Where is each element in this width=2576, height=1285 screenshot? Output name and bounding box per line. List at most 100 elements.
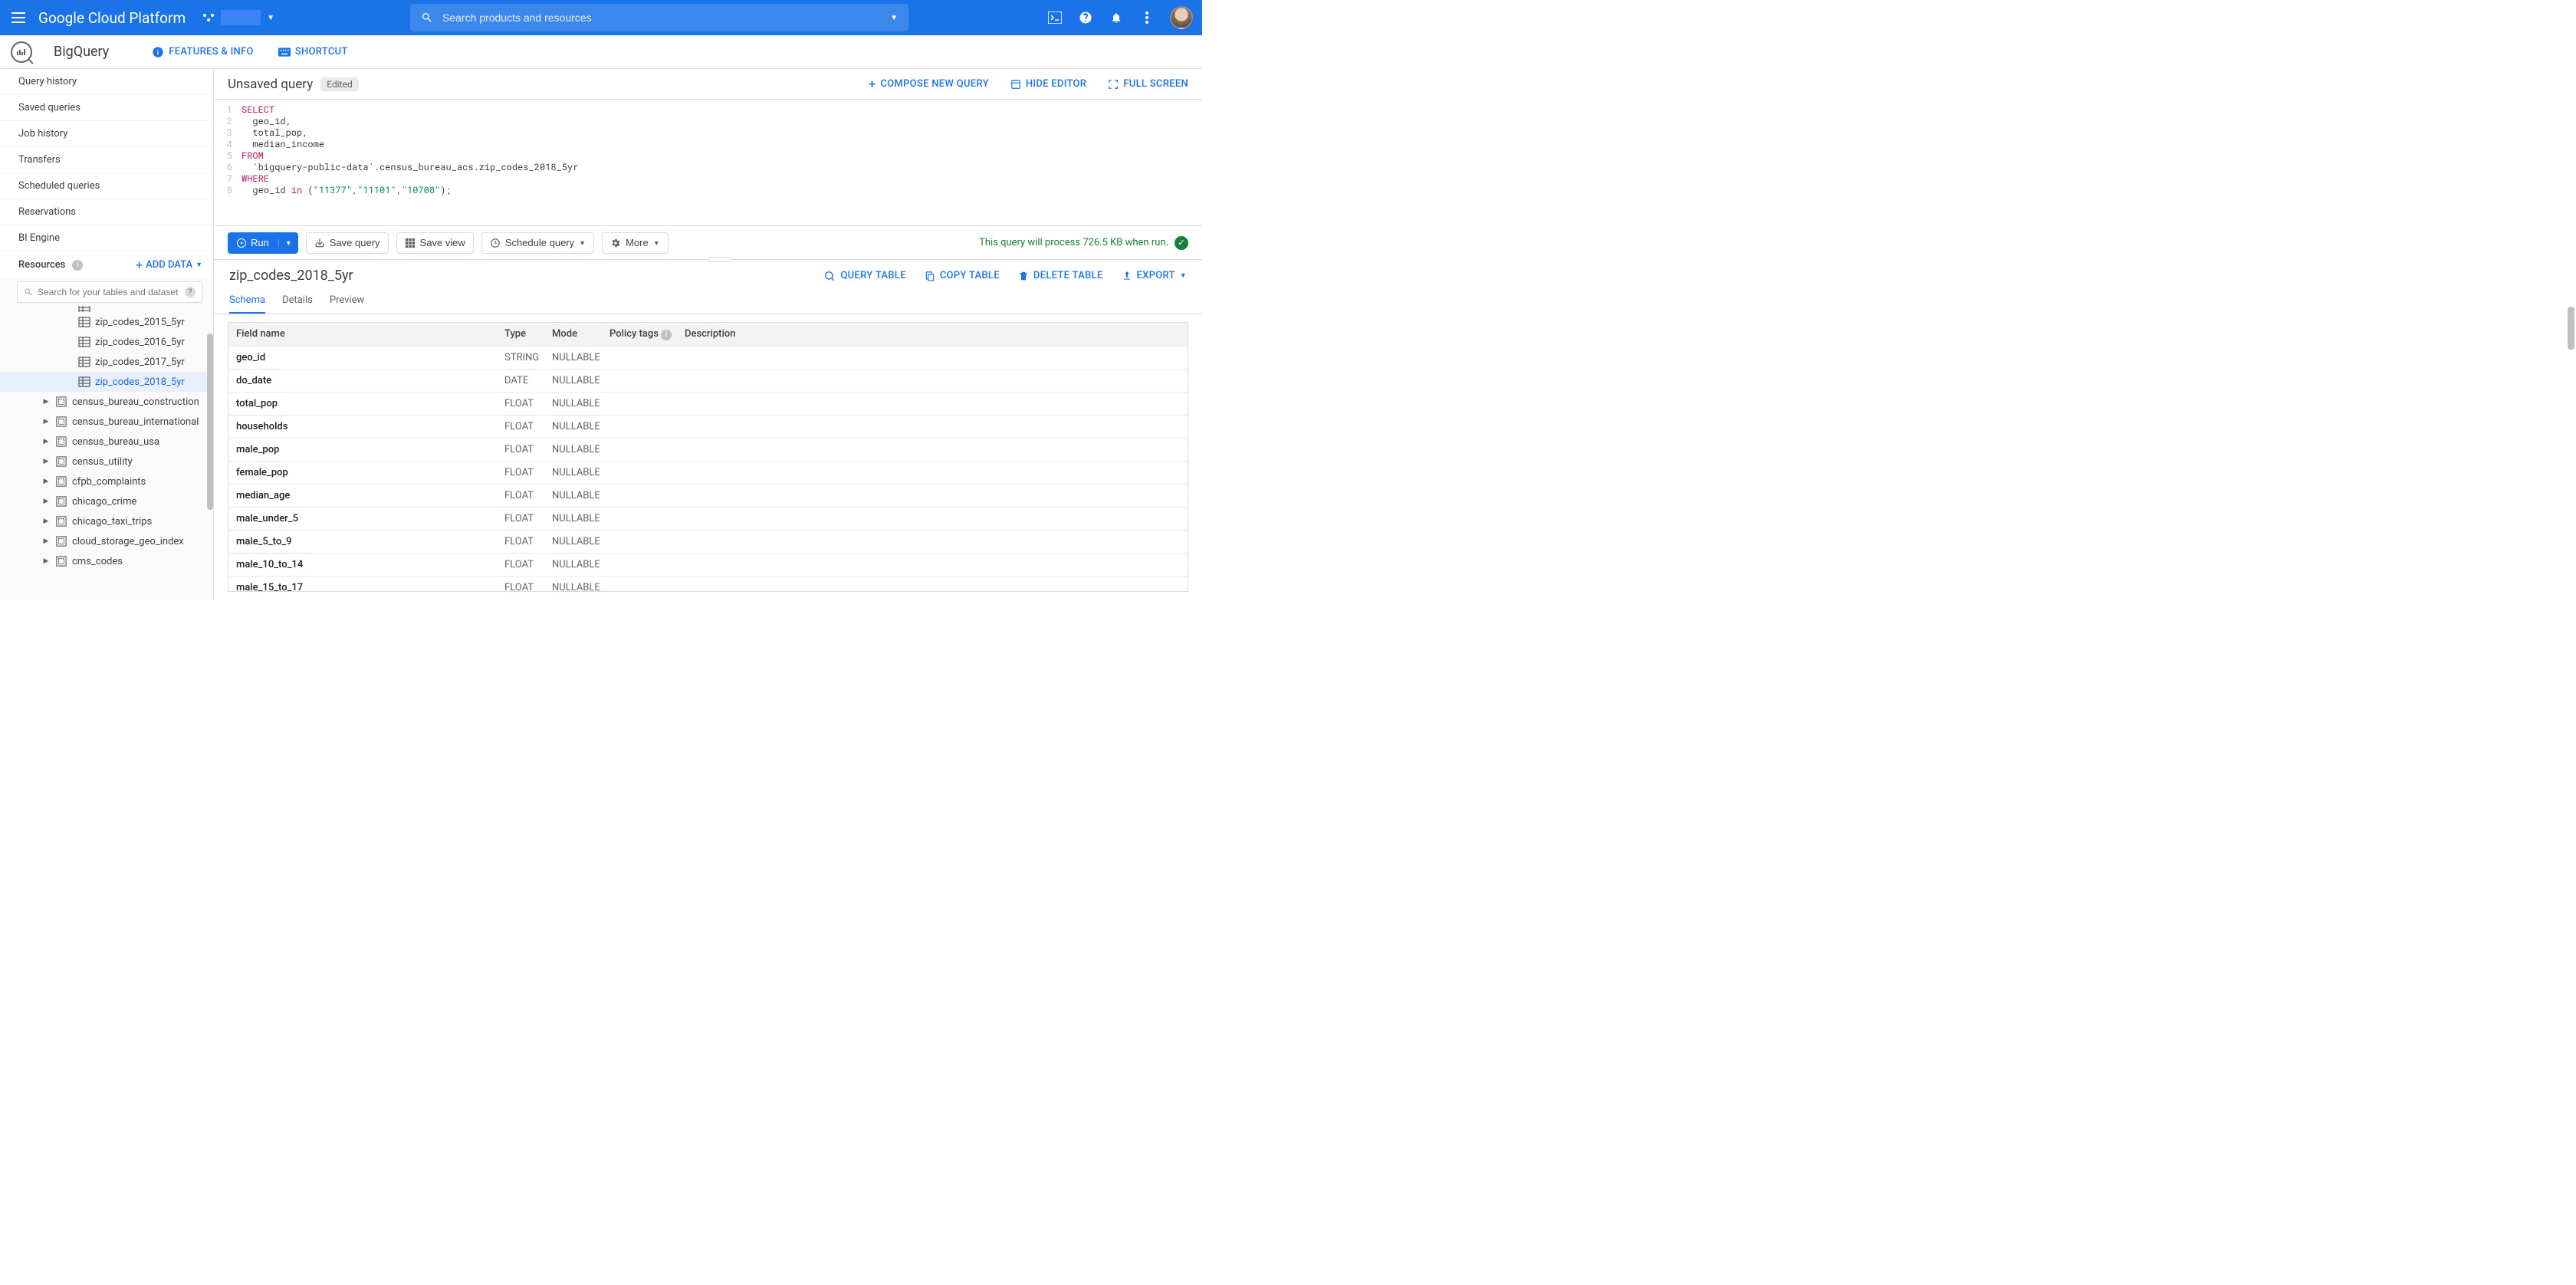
- schema-row[interactable]: male_5_to_9FLOATNULLABLE: [228, 531, 1188, 554]
- dataset-item[interactable]: ▶chicago_crime: [0, 491, 213, 511]
- nav-item[interactable]: Job history: [0, 121, 213, 147]
- add-data-button[interactable]: + ADD DATA ▼: [136, 258, 202, 272]
- gcp-logo[interactable]: Google Cloud Platform: [38, 9, 186, 27]
- dataset-label: chicago_taxi_trips: [72, 516, 152, 527]
- nav-item[interactable]: Saved queries: [0, 95, 213, 121]
- caret-icon[interactable]: ▶: [41, 537, 51, 545]
- schema-row[interactable]: do_dateDATENULLABLE: [228, 370, 1188, 393]
- nav-item[interactable]: Query history: [0, 69, 213, 95]
- table-item[interactable]: zip_codes_2017_5yr: [0, 352, 213, 372]
- chevron-down-icon[interactable]: ▼: [278, 239, 298, 247]
- schema-row[interactable]: median_ageFLOATNULLABLE: [228, 485, 1188, 508]
- help-icon[interactable]: [1078, 10, 1093, 25]
- schema-row[interactable]: female_popFLOATNULLABLE: [228, 462, 1188, 485]
- dataset-item[interactable]: ▶census_utility: [0, 452, 213, 472]
- caret-icon[interactable]: ▶: [41, 518, 51, 525]
- schema-row[interactable]: male_under_5FLOATNULLABLE: [228, 508, 1188, 531]
- resource-tree[interactable]: zip_codes_2015_5yrzip_codes_2016_5yrzip_…: [0, 306, 213, 600]
- gear-icon: [610, 238, 621, 248]
- schema-row[interactable]: male_15_to_17FLOATNULLABLE: [228, 577, 1188, 593]
- more-icon[interactable]: [1139, 10, 1155, 25]
- notifications-icon[interactable]: [1109, 10, 1124, 25]
- schedule-query-button[interactable]: Schedule query ▼: [481, 232, 594, 254]
- resources-search[interactable]: ?: [17, 281, 202, 303]
- schema-row[interactable]: male_popFLOATNULLABLE: [228, 439, 1188, 462]
- table-name: zip_codes_2018_5yr: [229, 268, 353, 284]
- table-item[interactable]: zip_codes_2016_5yr: [0, 332, 213, 352]
- copy-table-button[interactable]: COPY TABLE: [925, 270, 1000, 282]
- tab-details[interactable]: Details: [282, 288, 313, 314]
- table-label: zip_codes_2018_5yr: [95, 376, 185, 388]
- nav-item[interactable]: BI Engine: [0, 225, 213, 251]
- dataset-item[interactable]: ▶census_bureau_usa: [0, 432, 213, 452]
- drag-handle[interactable]: [708, 257, 731, 262]
- dataset-item[interactable]: ▶cfpb_complaints: [0, 472, 213, 491]
- sql-editor[interactable]: 12345678 SELECT geo_id, total_pop, media…: [214, 100, 1202, 226]
- check-icon: ✓: [1175, 236, 1188, 250]
- nav-item[interactable]: Reservations: [0, 199, 213, 225]
- field-name: male_15_to_17: [236, 582, 504, 593]
- dataset-item[interactable]: ▶census_bureau_international: [0, 412, 213, 432]
- gcp-header: Google Cloud Platform ▼ ▼: [0, 0, 1202, 35]
- help-icon[interactable]: ?: [185, 287, 196, 297]
- dataset-item[interactable]: ▶ chicago_taxi_trips: [0, 511, 213, 531]
- caret-icon[interactable]: ▶: [41, 498, 51, 505]
- nav-item[interactable]: Transfers: [0, 147, 213, 173]
- line-gutter: 12345678: [214, 104, 237, 221]
- schema-row[interactable]: householdsFLOATNULLABLE: [228, 416, 1188, 439]
- field-name: total_pop: [236, 398, 504, 409]
- dataset-label: cms_codes: [72, 556, 123, 567]
- info-icon[interactable]: i: [661, 330, 672, 340]
- export-button[interactable]: EXPORT ▼: [1122, 270, 1188, 281]
- full-screen-button[interactable]: FULL SCREEN: [1108, 77, 1188, 91]
- field-mode: NULLABLE: [552, 375, 610, 386]
- dataset-icon: [55, 495, 67, 508]
- caret-icon[interactable]: ▶: [41, 438, 51, 445]
- caret-icon[interactable]: ▶: [41, 418, 51, 426]
- chevron-down-icon: ▼: [1180, 271, 1187, 280]
- save-query-button[interactable]: Save query: [306, 232, 389, 254]
- dataset-item[interactable]: ▶ census_bureau_construction: [0, 392, 213, 412]
- dataset-item[interactable]: ▶ cms_codes: [0, 551, 213, 571]
- caret-icon[interactable]: ▶: [41, 398, 51, 406]
- table-item[interactable]: zip_codes_2015_5yr: [0, 312, 213, 332]
- schema-row[interactable]: geo_idSTRINGNULLABLE: [228, 347, 1188, 370]
- product-name: BigQuery: [54, 44, 109, 60]
- shortcut-link[interactable]: SHORTCUT: [278, 46, 348, 58]
- caret-icon[interactable]: ▶: [41, 557, 51, 565]
- cloud-shell-icon[interactable]: [1047, 10, 1063, 25]
- caret-icon[interactable]: ▶: [41, 458, 51, 465]
- field-name: median_age: [236, 490, 504, 501]
- nav-item[interactable]: Scheduled queries: [0, 173, 213, 199]
- search-input[interactable]: [442, 12, 890, 24]
- table-item[interactable]: zip_codes_2018_5yr: [0, 372, 213, 392]
- menu-icon[interactable]: [9, 8, 28, 27]
- query-table-button[interactable]: QUERY TABLE: [823, 270, 905, 282]
- global-search[interactable]: ▼: [410, 4, 909, 31]
- run-button[interactable]: Run ▼: [228, 232, 298, 254]
- table-item[interactable]: [0, 306, 213, 312]
- table-icon: [78, 376, 90, 388]
- save-view-button[interactable]: Save view: [396, 232, 474, 254]
- compose-query-button[interactable]: +COMPOSE NEW QUERY: [869, 77, 989, 91]
- hide-editor-button[interactable]: HIDE EDITOR: [1010, 77, 1086, 91]
- code-area[interactable]: SELECT geo_id, total_pop, median_income …: [237, 104, 578, 221]
- schema-row[interactable]: total_popFLOATNULLABLE: [228, 393, 1188, 416]
- tab-schema[interactable]: Schema: [229, 288, 265, 314]
- delete-table-button[interactable]: DELETE TABLE: [1018, 270, 1103, 282]
- features-info-link[interactable]: FEATURES & INFO: [152, 46, 253, 58]
- dataset-icon: [55, 416, 67, 428]
- chevron-down-icon[interactable]: ▼: [890, 14, 898, 22]
- more-button[interactable]: More ▼: [602, 232, 669, 254]
- dataset-label: census_bureau_construction: [72, 396, 199, 408]
- avatar[interactable]: [1170, 6, 1193, 29]
- resources-search-input[interactable]: [38, 287, 178, 297]
- project-selector[interactable]: ▼: [196, 7, 281, 28]
- info-icon[interactable]: i: [72, 260, 83, 271]
- scrollbar[interactable]: [207, 334, 213, 510]
- dataset-item[interactable]: ▶cloud_storage_geo_index: [0, 531, 213, 551]
- tab-preview[interactable]: Preview: [330, 288, 364, 314]
- schema-row[interactable]: male_10_to_14FLOATNULLABLE: [228, 554, 1188, 577]
- col-type: Type: [504, 328, 552, 340]
- caret-icon[interactable]: ▶: [41, 478, 51, 485]
